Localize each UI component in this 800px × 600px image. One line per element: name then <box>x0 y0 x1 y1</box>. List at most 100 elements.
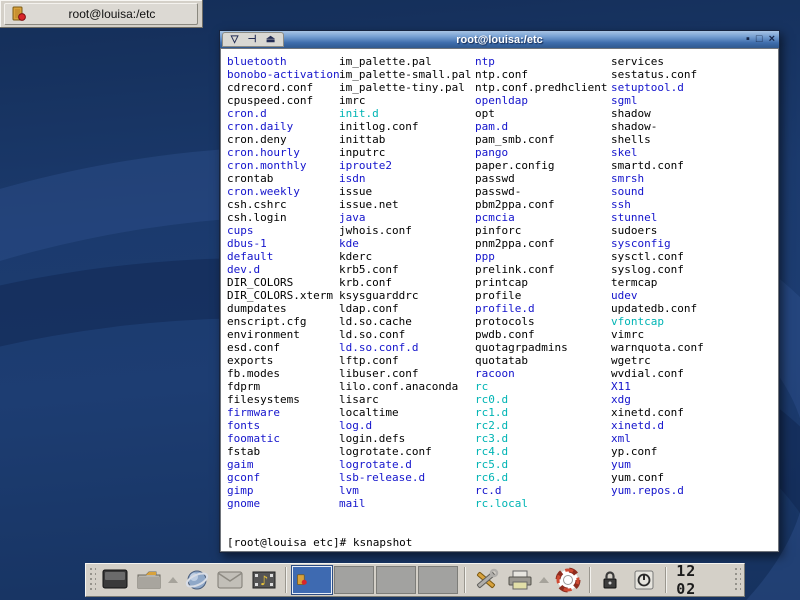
pager-desktop-2[interactable] <box>334 566 374 594</box>
file-entry: inputrc <box>339 146 471 159</box>
pager-desktop-4[interactable] <box>418 566 458 594</box>
file-entry: vfontcap <box>611 315 704 328</box>
file-entry: X11 <box>611 380 704 393</box>
top-taskbar-panel: root@louisa:/etc <box>0 0 203 28</box>
pager-desktop-3[interactable] <box>376 566 416 594</box>
file-entry: cron.d <box>227 107 340 120</box>
file-entry: csh.login <box>227 211 340 224</box>
terminal-window: ▽ ⊣ ⏏ root@louisa:/etc ▪ □ × bluetoothbo… <box>219 30 780 553</box>
file-entry: syslog.conf <box>611 263 704 276</box>
file-entry: xinetd.conf <box>611 406 704 419</box>
system-tools-button[interactable] <box>471 566 501 594</box>
file-entry: setuptool.d <box>611 81 704 94</box>
file-entry: logrotate.d <box>339 458 471 471</box>
file-entry: fonts <box>227 419 340 432</box>
file-entry: pango <box>475 146 607 159</box>
file-entry: dumpdates <box>227 302 340 315</box>
window-titlebar[interactable]: ▽ ⊣ ⏏ root@louisa:/etc ▪ □ × <box>220 31 779 48</box>
panel-separator <box>285 567 286 593</box>
file-entry: issue.net <box>339 198 471 211</box>
panel-drag-handle[interactable] <box>734 567 741 593</box>
help-button[interactable] <box>553 566 583 594</box>
file-entry: xml <box>611 432 704 445</box>
file-entry: cron.daily <box>227 120 340 133</box>
sticky-pin-icon[interactable]: ⊣ <box>248 35 257 45</box>
file-entry: pam.d <box>475 120 607 133</box>
file-entry: cron.monthly <box>227 159 340 172</box>
file-entry: rc5.d <box>475 458 607 471</box>
file-entry: ld.so.conf <box>339 328 471 341</box>
minimize-icon[interactable]: ▪ <box>746 34 750 45</box>
file-entry: im_palette-tiny.pal <box>339 81 471 94</box>
file-entry: kderc <box>339 250 471 263</box>
file-entry: rc <box>475 380 607 393</box>
file-entry: yum.conf <box>611 471 704 484</box>
file-entry: imrc <box>339 94 471 107</box>
web-browser-button[interactable] <box>182 566 212 594</box>
file-entry: opt <box>475 107 607 120</box>
bottom-taskbar: ♪ <box>85 563 745 597</box>
file-entry: services <box>611 55 704 68</box>
file-entry: gimp <box>227 484 340 497</box>
pager-desktop-1[interactable] <box>292 566 332 594</box>
file-entry: DIR_COLORS <box>227 276 340 289</box>
file-entry: pnm2ppa.conf <box>475 237 607 250</box>
file-entry: cron.weekly <box>227 185 340 198</box>
file-entry: fdprm <box>227 380 340 393</box>
file-entry: ksysguarddrc <box>339 289 471 302</box>
terminal-screen[interactable]: bluetoothbonobo-activationcdrecord.confc… <box>220 48 779 552</box>
maximize-icon[interactable]: □ <box>756 34 763 45</box>
file-entry: sestatus.conf <box>611 68 704 81</box>
file-entry: crontab <box>227 172 340 185</box>
file-entry: shadow <box>611 107 704 120</box>
panel-expand-arrow[interactable] <box>168 577 178 583</box>
svg-text:♪: ♪ <box>260 574 268 589</box>
file-entry: firmware <box>227 406 340 419</box>
file-entry: smartd.conf <box>611 159 704 172</box>
film-note-icon: ♪ <box>251 568 277 592</box>
lock-screen-button[interactable] <box>596 566 626 594</box>
logout-button[interactable] <box>629 566 659 594</box>
file-entry: pinforc <box>475 224 607 237</box>
home-folder-button[interactable] <box>134 566 164 594</box>
file-entry: kde <box>339 237 471 250</box>
file-entry: cron.hourly <box>227 146 340 159</box>
multimedia-button[interactable]: ♪ <box>249 566 279 594</box>
file-entry: rc3.d <box>475 432 607 445</box>
file-entry: im_palette-small.pal <box>339 68 471 81</box>
file-entry: termcap <box>611 276 704 289</box>
file-entry: environment <box>227 328 340 341</box>
file-entry: rc0.d <box>475 393 607 406</box>
file-entry: profile <box>475 289 607 302</box>
file-entry: passwd- <box>475 185 607 198</box>
file-entry: rc.local <box>475 497 607 510</box>
shade-icon[interactable]: ▽ <box>231 35 239 45</box>
file-entry: xdg <box>611 393 704 406</box>
panel-drag-handle[interactable] <box>89 567 96 593</box>
window-taskbar-button[interactable]: root@louisa:/etc <box>4 3 198 25</box>
file-entry: racoon <box>475 367 607 380</box>
close-icon[interactable]: × <box>769 34 775 45</box>
keep-above-icon[interactable]: ⏏ <box>266 35 275 45</box>
file-entry: lisarc <box>339 393 471 406</box>
file-entry: lilo.conf.anaconda <box>339 380 471 393</box>
mail-button[interactable] <box>215 566 245 594</box>
file-entry: mail <box>339 497 471 510</box>
file-entry: rc2.d <box>475 419 607 432</box>
file-entry: lvm <box>339 484 471 497</box>
file-entry: ldap.conf <box>339 302 471 315</box>
file-entry: dev.d <box>227 263 340 276</box>
folder-icon <box>136 569 162 591</box>
file-entry: default <box>227 250 340 263</box>
globe-icon <box>184 568 210 592</box>
file-entry: printcap <box>475 276 607 289</box>
file-entry: vimrc <box>611 328 704 341</box>
printer-icon <box>507 569 533 591</box>
print-manager-button[interactable] <box>505 566 535 594</box>
panel-expand-arrow[interactable] <box>539 577 549 583</box>
taskbar-button-label: root@louisa:/etc <box>33 7 191 21</box>
show-desktop-button[interactable] <box>100 566 130 594</box>
panel-clock[interactable]: 12 02 <box>672 562 730 598</box>
file-entry: bluetooth <box>227 55 340 68</box>
lock-icon <box>601 570 619 590</box>
